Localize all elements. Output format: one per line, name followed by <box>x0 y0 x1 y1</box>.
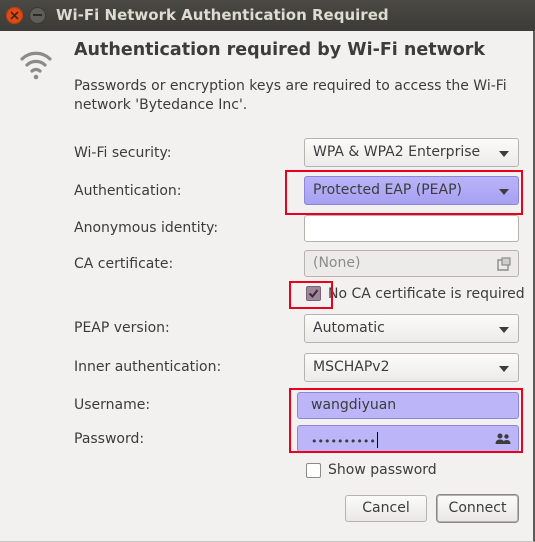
people-icon[interactable] <box>495 433 511 445</box>
dialog-description: Passwords or encryption keys are require… <box>74 78 507 113</box>
username-label: Username: <box>74 397 151 413</box>
minimize-icon[interactable] <box>29 7 46 24</box>
wifi-security-select[interactable]: WPA & WPA2 Enterprise <box>304 138 519 167</box>
checkmark-icon <box>308 289 319 299</box>
authentication-value: Protected EAP (PEAP) <box>313 182 462 198</box>
peap-version-label: PEAP version: <box>74 320 170 336</box>
cancel-button[interactable]: Cancel <box>345 495 427 522</box>
chevron-down-icon <box>499 366 509 372</box>
inner-authentication-select[interactable]: MSCHAPv2 <box>304 353 519 382</box>
ca-certificate-label: CA certificate: <box>74 256 174 272</box>
peap-version-select[interactable]: Automatic <box>304 314 519 343</box>
wifi-security-value: WPA & WPA2 Enterprise <box>313 144 481 160</box>
inner-authentication-label: Inner authentication: <box>74 359 222 375</box>
no-ca-certificate-label[interactable]: No CA certificate is required <box>328 286 525 302</box>
wifi-icon <box>20 51 52 80</box>
password-label: Password: <box>74 431 145 447</box>
window-title: Wi-Fi Network Authentication Required <box>56 6 389 24</box>
connect-button[interactable]: Connect <box>437 495 518 522</box>
anonymous-identity-input[interactable] <box>304 215 519 242</box>
username-value: wangdiyuan <box>311 397 397 413</box>
authentication-select[interactable]: Protected EAP (PEAP) <box>304 176 519 205</box>
password-value: •••••••••• <box>311 435 376 448</box>
inner-authentication-value: MSCHAPv2 <box>313 359 390 375</box>
no-ca-certificate-checkbox[interactable] <box>306 286 321 301</box>
certificate-icon <box>497 257 511 271</box>
wifi-security-label: Wi-Fi security: <box>74 145 172 161</box>
ca-certificate-chooser[interactable]: (None) <box>304 250 519 277</box>
chevron-down-icon <box>499 189 509 195</box>
titlebar[interactable]: Wi-Fi Network Authentication Required <box>0 0 535 31</box>
ca-certificate-value: (None) <box>313 255 361 271</box>
anonymous-identity-label: Anonymous identity: <box>74 220 219 236</box>
dialog-heading: Authentication required by Wi-Fi network <box>74 40 486 60</box>
close-icon[interactable] <box>6 7 23 24</box>
chevron-down-icon <box>499 151 509 157</box>
chevron-down-icon <box>499 327 509 333</box>
authentication-label: Authentication: <box>74 183 182 199</box>
show-password-label[interactable]: Show password <box>328 462 437 478</box>
show-password-checkbox[interactable] <box>306 463 321 478</box>
username-input[interactable]: wangdiyuan <box>297 392 519 419</box>
peap-version-value: Automatic <box>313 320 385 336</box>
auth-dialog: Wi-Fi Network Authentication Required Au… <box>0 0 535 542</box>
text-caret <box>376 432 378 448</box>
password-input[interactable]: •••••••••• <box>297 425 519 452</box>
